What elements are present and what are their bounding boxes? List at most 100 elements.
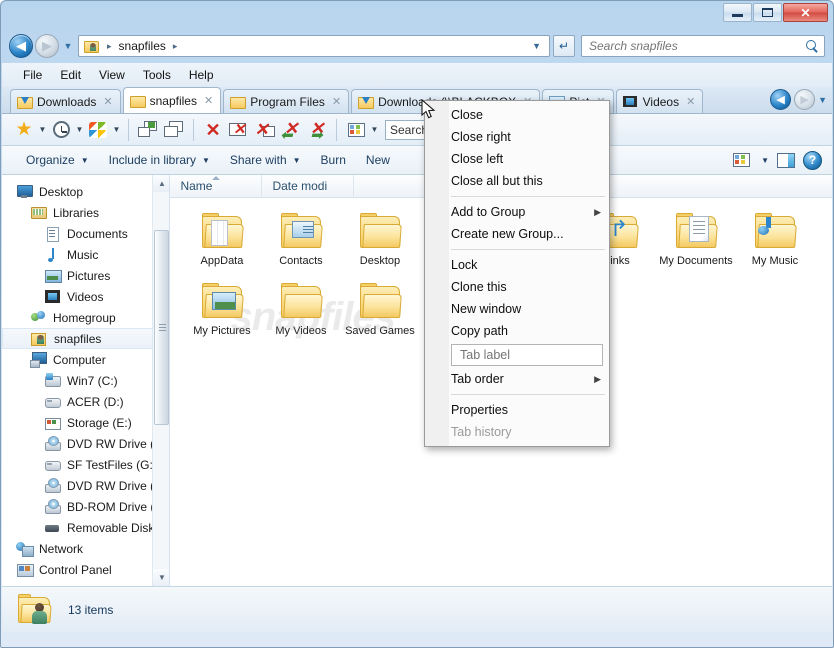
menu-item-clone-this[interactable]: Clone this xyxy=(425,276,609,298)
menu-item-properties[interactable]: Properties xyxy=(425,399,609,421)
column-header-name[interactable]: Name xyxy=(170,175,263,198)
help-icon[interactable]: ? xyxy=(803,150,822,170)
nav-pane-scrollbar[interactable]: ▲ ▼ xyxy=(152,175,170,586)
tree-item-pictures[interactable]: Pictures xyxy=(2,265,169,286)
change-view-icon[interactable] xyxy=(729,148,753,172)
include-in-library-button[interactable]: Include in library ▼ xyxy=(99,150,220,170)
organize-button[interactable]: Organize ▼ xyxy=(16,150,99,170)
menu-item-add-to-group[interactable]: Add to Group ▶ xyxy=(425,201,609,223)
menu-file[interactable]: File xyxy=(14,66,51,84)
tab-close-icon[interactable]: ✕ xyxy=(330,95,341,108)
file-item-saved-games[interactable]: Saved Games xyxy=(342,282,417,338)
file-item-my-videos[interactable]: My Videos xyxy=(263,282,338,338)
column-header-date-modified[interactable]: Date modi xyxy=(262,175,355,198)
tab-snapfiles[interactable]: snapfiles ✕ xyxy=(122,87,222,113)
menu-tools[interactable]: Tools xyxy=(134,66,180,84)
scrollbar-thumb[interactable] xyxy=(154,230,170,425)
breadcrumb-snapfiles[interactable]: snapfiles xyxy=(117,39,168,53)
close-right-icon[interactable]: ✕ ➡ xyxy=(305,118,329,143)
tree-item-bdrom-i[interactable]: BD-ROM Drive (I:) xyxy=(2,496,169,517)
share-with-button[interactable]: Share with ▼ xyxy=(220,150,311,170)
windows-logo-icon[interactable] xyxy=(86,118,110,142)
burn-button[interactable]: Burn xyxy=(311,150,356,170)
back-button[interactable]: ◀ xyxy=(9,34,33,58)
file-item-appdata[interactable]: AppData xyxy=(184,212,259,268)
menu-item-tab-order[interactable]: Tab order ▶ xyxy=(425,368,609,390)
tab-close-icon[interactable]: ✕ xyxy=(101,95,112,108)
file-item-desktop[interactable]: Desktop xyxy=(342,212,417,268)
file-item-my-music[interactable]: My Music xyxy=(737,212,812,268)
menu-item-new-window[interactable]: New window xyxy=(425,298,609,320)
close-tab-icon[interactable]: ✕ xyxy=(201,118,225,142)
tree-item-computer[interactable]: Computer xyxy=(2,349,169,370)
minimize-button[interactable] xyxy=(723,3,752,22)
new-folder-button[interactable]: New xyxy=(356,150,400,170)
view-caret-icon[interactable]: ▼ xyxy=(370,125,379,134)
menu-help[interactable]: Help xyxy=(180,66,223,84)
tree-item-network[interactable]: Network xyxy=(2,538,169,559)
address-dropdown-icon[interactable]: ▼ xyxy=(528,41,545,51)
menu-item-create-new-group[interactable]: Create new Group... xyxy=(425,223,609,245)
star-caret-icon[interactable]: ▼ xyxy=(38,125,47,134)
menu-item-copy-path[interactable]: Copy path xyxy=(425,320,609,342)
tab-list-caret-icon[interactable]: ▼ xyxy=(818,95,827,105)
menu-edit[interactable]: Edit xyxy=(51,66,90,84)
tree-item-control-panel[interactable]: Control Panel xyxy=(2,559,169,580)
menu-item-close-all-but-this[interactable]: Close all but this xyxy=(425,170,609,192)
tab-label-field[interactable] xyxy=(451,344,603,366)
tab-close-icon[interactable]: ✕ xyxy=(684,95,695,108)
tree-item-win7-c[interactable]: Win7 (C:) xyxy=(2,370,169,391)
forward-button[interactable]: ▶ xyxy=(35,34,59,58)
star-icon[interactable]: ★ xyxy=(12,118,36,142)
menu-item-close-right[interactable]: Close right xyxy=(425,126,609,148)
tab-label-input[interactable] xyxy=(458,347,602,363)
tree-item-libraries[interactable]: Libraries xyxy=(2,202,169,223)
tree-item-removable-k[interactable]: Removable Disk (K:) xyxy=(2,517,169,538)
tab-videos[interactable]: Videos ✕ xyxy=(615,89,704,113)
close-left-icon[interactable]: ✕ ⬅ xyxy=(279,118,303,143)
tab-program-files[interactable]: Program Files ✕ xyxy=(223,89,350,113)
scroll-down-arrow-icon[interactable]: ▼ xyxy=(153,569,170,586)
tab-downloads[interactable]: Downloads ✕ xyxy=(10,89,121,113)
file-item-contacts[interactable]: Contacts xyxy=(263,212,338,268)
clock-icon[interactable] xyxy=(49,118,73,142)
tree-item-storage-e[interactable]: Storage (E:) xyxy=(2,412,169,433)
menu-item-lock[interactable]: Lock xyxy=(425,254,609,276)
tab-forward-button[interactable]: ▶ xyxy=(794,89,816,110)
maximize-button[interactable] xyxy=(753,3,782,22)
clone-tab-icon[interactable] xyxy=(162,118,186,142)
view-icon[interactable] xyxy=(344,118,368,142)
close-button[interactable]: ✕ xyxy=(783,3,828,22)
menu-item-close-left[interactable]: Close left xyxy=(425,148,609,170)
tree-item-videos[interactable]: Videos xyxy=(2,286,169,307)
file-item-my-pictures[interactable]: My Pictures xyxy=(184,282,259,338)
file-item-my-documents[interactable]: My Documents xyxy=(658,212,733,268)
tree-item-homegroup[interactable]: Homegroup xyxy=(2,307,169,328)
preview-pane-icon[interactable] xyxy=(777,152,795,168)
windows-caret-icon[interactable]: ▼ xyxy=(112,125,121,134)
tree-item-music[interactable]: Music xyxy=(2,244,169,265)
search-box[interactable] xyxy=(581,35,825,57)
tree-item-dvd-h[interactable]: DVD RW Drive (H:) xyxy=(2,475,169,496)
view-caret-icon[interactable]: ▼ xyxy=(761,156,769,165)
tree-item-desktop[interactable]: Desktop xyxy=(2,181,169,202)
search-input[interactable] xyxy=(587,38,806,54)
close-others-icon[interactable]: ✕ xyxy=(253,118,277,142)
tree-item-snapfiles[interactable]: snapfiles xyxy=(2,328,170,349)
scroll-up-arrow-icon[interactable]: ▲ xyxy=(153,175,170,192)
menu-view[interactable]: View xyxy=(90,66,134,84)
refresh-button[interactable]: ↵ xyxy=(553,35,575,57)
tree-item-dvd-f[interactable]: DVD RW Drive (F:) xyxy=(2,433,169,454)
tree-item-documents[interactable]: Documents xyxy=(2,223,169,244)
close-window-icon[interactable]: ✕ xyxy=(227,118,251,142)
address-bar[interactable]: ▸ snapfiles ▸ ▼ xyxy=(78,35,550,57)
tab-back-button[interactable]: ◀ xyxy=(770,89,792,110)
new-tab-icon[interactable] xyxy=(136,118,160,142)
recent-pages-caret-icon[interactable]: ▼ xyxy=(61,41,75,51)
tree-item-sf-testfiles-g[interactable]: SF TestFiles (G:) xyxy=(2,454,169,475)
tree-item-acer-d[interactable]: ACER (D:) xyxy=(2,391,169,412)
menu-item-close[interactable]: Close xyxy=(425,104,609,126)
breadcrumb-separator-2[interactable]: ▸ xyxy=(168,41,183,52)
tab-close-icon[interactable]: ✕ xyxy=(202,94,213,107)
clock-caret-icon[interactable]: ▼ xyxy=(75,125,84,134)
